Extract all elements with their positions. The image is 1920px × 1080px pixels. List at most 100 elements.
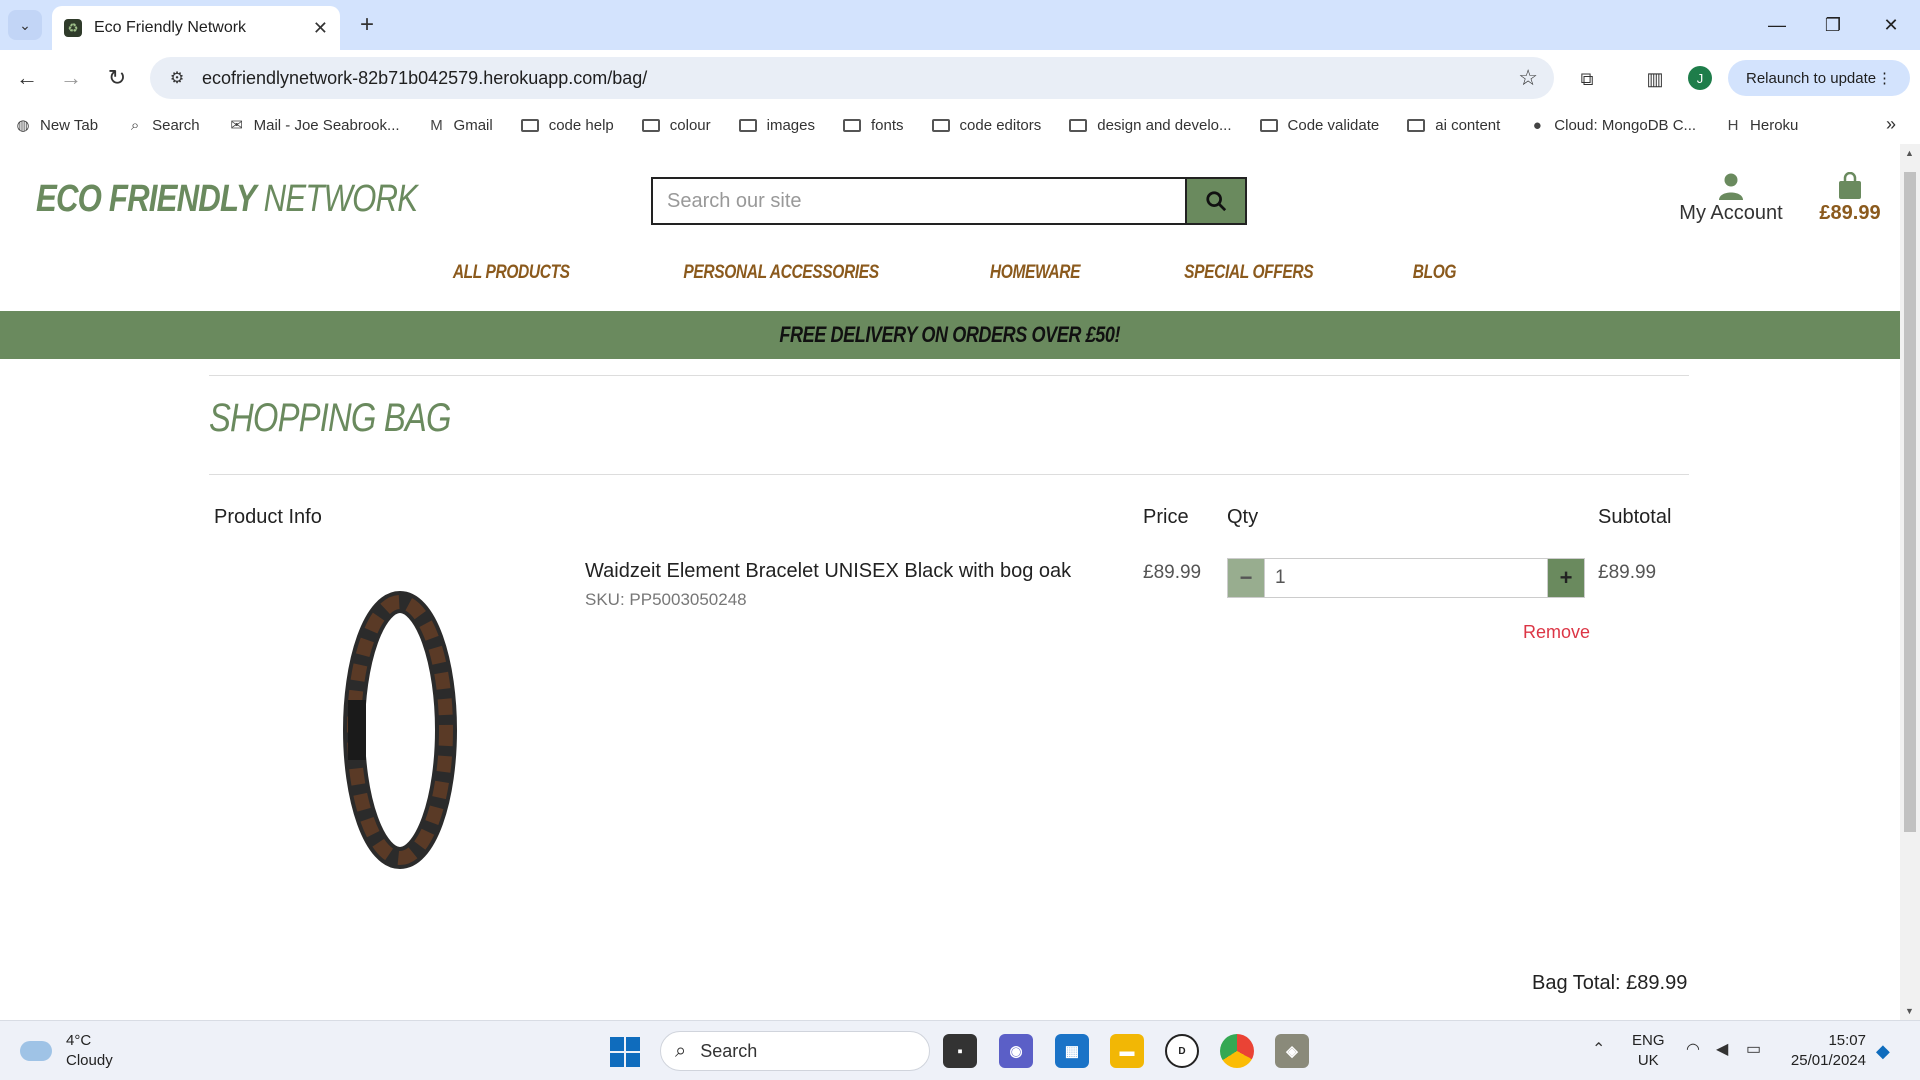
active-tab[interactable]: ♻ Eco Friendly Network ✕ [52, 6, 340, 50]
outlook-icon: ✉ [230, 117, 243, 134]
search-icon: ⌕ [675, 1039, 687, 1062]
side-panel-icon[interactable]: ▥ [1640, 64, 1670, 94]
bookmark-label: design and develo... [1097, 116, 1232, 134]
scroll-thumb[interactable] [1904, 172, 1916, 832]
remove-item-link[interactable]: Remove [1523, 622, 1590, 643]
close-tab-icon[interactable]: ✕ [313, 18, 328, 39]
site-search-button[interactable] [1185, 179, 1245, 223]
clock-time: 15:07 [1828, 1032, 1866, 1049]
relaunch-button[interactable]: Relaunch to update ⋮ [1728, 60, 1910, 96]
bookmark-item[interactable]: code help [520, 116, 614, 134]
language-indicator[interactable]: ENG UK [1632, 1031, 1665, 1071]
quantity-input[interactable] [1264, 559, 1548, 597]
scroll-up-arrow-icon[interactable]: ▲ [1905, 148, 1914, 158]
shopping-bag-icon [1839, 172, 1861, 199]
nav-blog[interactable]: BLOG [1412, 262, 1456, 292]
profile-avatar[interactable]: J [1688, 66, 1712, 90]
volume-icon[interactable]: ◀ [1716, 1039, 1728, 1059]
more-menu-icon[interactable]: ⋮ [1877, 69, 1892, 87]
notification-bell-icon[interactable]: ◆ [1876, 1041, 1890, 1062]
decrement-qty-button[interactable]: − [1228, 559, 1264, 597]
language-code: ENG [1632, 1032, 1665, 1049]
bookmark-label: Heroku [1750, 116, 1799, 134]
bookmark-item[interactable]: code editors [931, 116, 1042, 134]
site-info-icon[interactable]: ⚙ [166, 68, 188, 88]
store-icon[interactable]: ▦ [1055, 1034, 1089, 1068]
search-icon: ⌕ [130, 116, 140, 134]
chrome-icon[interactable] [1220, 1034, 1254, 1068]
bookmark-item[interactable]: fonts [842, 117, 904, 134]
heroku-icon: H [1727, 116, 1739, 134]
extensions-icon[interactable]: ⧉ [1572, 64, 1602, 94]
bookmark-item[interactable]: ai content [1407, 117, 1500, 134]
battery-icon[interactable]: ▭ [1746, 1039, 1761, 1059]
product-name: Waidzeit Element Bracelet UNISEX Black w… [585, 560, 1072, 582]
bookmarks-bar: ◍ New Tab ⌕ Search ✉ Mail - Joe Seabrook... M G… [0, 106, 1920, 144]
back-button[interactable]: ← [10, 61, 44, 95]
bookmark-label: code help [548, 116, 614, 134]
logo-text-light: NETWORK [255, 178, 418, 220]
bookmark-label: code editors [959, 116, 1042, 134]
tab-search-button[interactable]: ⌄ [8, 10, 42, 40]
bookmark-item[interactable]: ✉ Mail - Joe Seabrook... [228, 116, 400, 135]
bag-total: Bag Total: £89.99 [1532, 972, 1688, 994]
site-logo[interactable]: ECO FRIENDLY NETWORK [36, 178, 418, 221]
my-account-link[interactable]: My Account [1676, 172, 1786, 225]
wifi-icon[interactable]: ◠ [1686, 1039, 1700, 1059]
forward-button[interactable]: → [54, 61, 88, 95]
nav-homeware[interactable]: HOMEWARE [990, 262, 1081, 292]
taskbar: 4°C Cloudy ⌕ Search ▪ ◉ ▦ ▬ D ◈ ⌃ ENG UK… [0, 1020, 1920, 1080]
bookmark-item[interactable]: ◍ New Tab [14, 116, 99, 135]
bookmark-item[interactable]: images [738, 117, 815, 134]
minimize-button[interactable]: — [1752, 8, 1802, 42]
bookmark-label: Mail - Joe Seabrook... [253, 116, 400, 134]
restore-button[interactable]: ❐ [1808, 8, 1858, 42]
bookmark-item[interactable]: ● Cloud: MongoDB C... [1528, 117, 1696, 134]
bookmark-star-icon[interactable]: ☆ [1518, 65, 1538, 91]
gimp-icon[interactable]: ◈ [1275, 1034, 1309, 1068]
nav-all-products[interactable]: ALL PRODUCTS [452, 262, 569, 292]
reload-button[interactable]: ↻ [100, 61, 134, 95]
scroll-down-arrow-icon[interactable]: ▼ [1905, 1006, 1914, 1016]
search-icon [1206, 191, 1227, 212]
delivery-banner: FREE DELIVERY ON ORDERS OVER £50! [0, 311, 1900, 359]
new-tab-button[interactable]: + [352, 10, 382, 40]
start-button[interactable] [610, 1037, 640, 1067]
product-sku: SKU: PP5003050248 [585, 590, 747, 609]
bookmark-item[interactable]: H Heroku [1724, 116, 1799, 134]
increment-qty-button[interactable]: + [1548, 559, 1584, 597]
bookmark-item[interactable]: colour [641, 117, 711, 134]
bookmark-item[interactable]: Code validate [1259, 117, 1379, 134]
teams-icon[interactable]: ◉ [999, 1034, 1033, 1068]
close-window-button[interactable]: ✕ [1866, 8, 1916, 42]
folder-icon [1407, 118, 1426, 132]
main-navigation: ALL PRODUCTS PERSONAL ACCESSORIES HOMEWA… [0, 262, 1900, 292]
task-view-icon[interactable]: ▪ [943, 1034, 977, 1068]
folder-icon [931, 118, 950, 132]
page-title: SHOPPING BAG [209, 396, 452, 440]
address-bar[interactable]: ⚙ ecofriendlynetwork-82b71b042579.heroku… [150, 57, 1554, 99]
url-text[interactable]: ecofriendlynetwork-82b71b042579.herokuap… [202, 68, 1518, 89]
bookmark-label: Cloud: MongoDB C... [1554, 116, 1697, 134]
show-hidden-icons-icon[interactable]: ⌃ [1592, 1039, 1605, 1059]
file-explorer-icon[interactable]: ▬ [1110, 1034, 1144, 1068]
weather-widget[interactable]: 4°C Cloudy [20, 1031, 113, 1071]
bookmark-label: New Tab [40, 116, 99, 134]
folder-icon [520, 118, 539, 132]
bookmark-item[interactable]: ⌕ Search [126, 117, 200, 134]
bookmark-item[interactable]: M Gmail [428, 117, 492, 134]
nav-special-offers[interactable]: SPECIAL OFFERS [1184, 262, 1313, 292]
bookmark-item[interactable]: design and develo... [1069, 116, 1232, 134]
folder-icon [738, 118, 757, 132]
page-content: ECO FRIENDLY NETWORK My Account £89.99 A… [0, 144, 1900, 1020]
nav-personal-accessories[interactable]: PERSONAL ACCESSORIES [683, 262, 879, 292]
more-bookmarks-icon[interactable]: » [1886, 114, 1896, 135]
header-product-info: Product Info [214, 506, 322, 528]
page-scrollbar[interactable]: ▲ ▼ [1900, 144, 1920, 1020]
site-search-input[interactable] [653, 179, 1185, 223]
header-price: Price [1143, 506, 1189, 528]
dell-icon[interactable]: D [1165, 1034, 1199, 1068]
shopping-bag-link[interactable]: £89.99 [1812, 172, 1888, 225]
system-clock[interactable]: 15:07 25/01/2024 [1786, 1031, 1866, 1071]
taskbar-search[interactable]: ⌕ Search [660, 1031, 930, 1071]
